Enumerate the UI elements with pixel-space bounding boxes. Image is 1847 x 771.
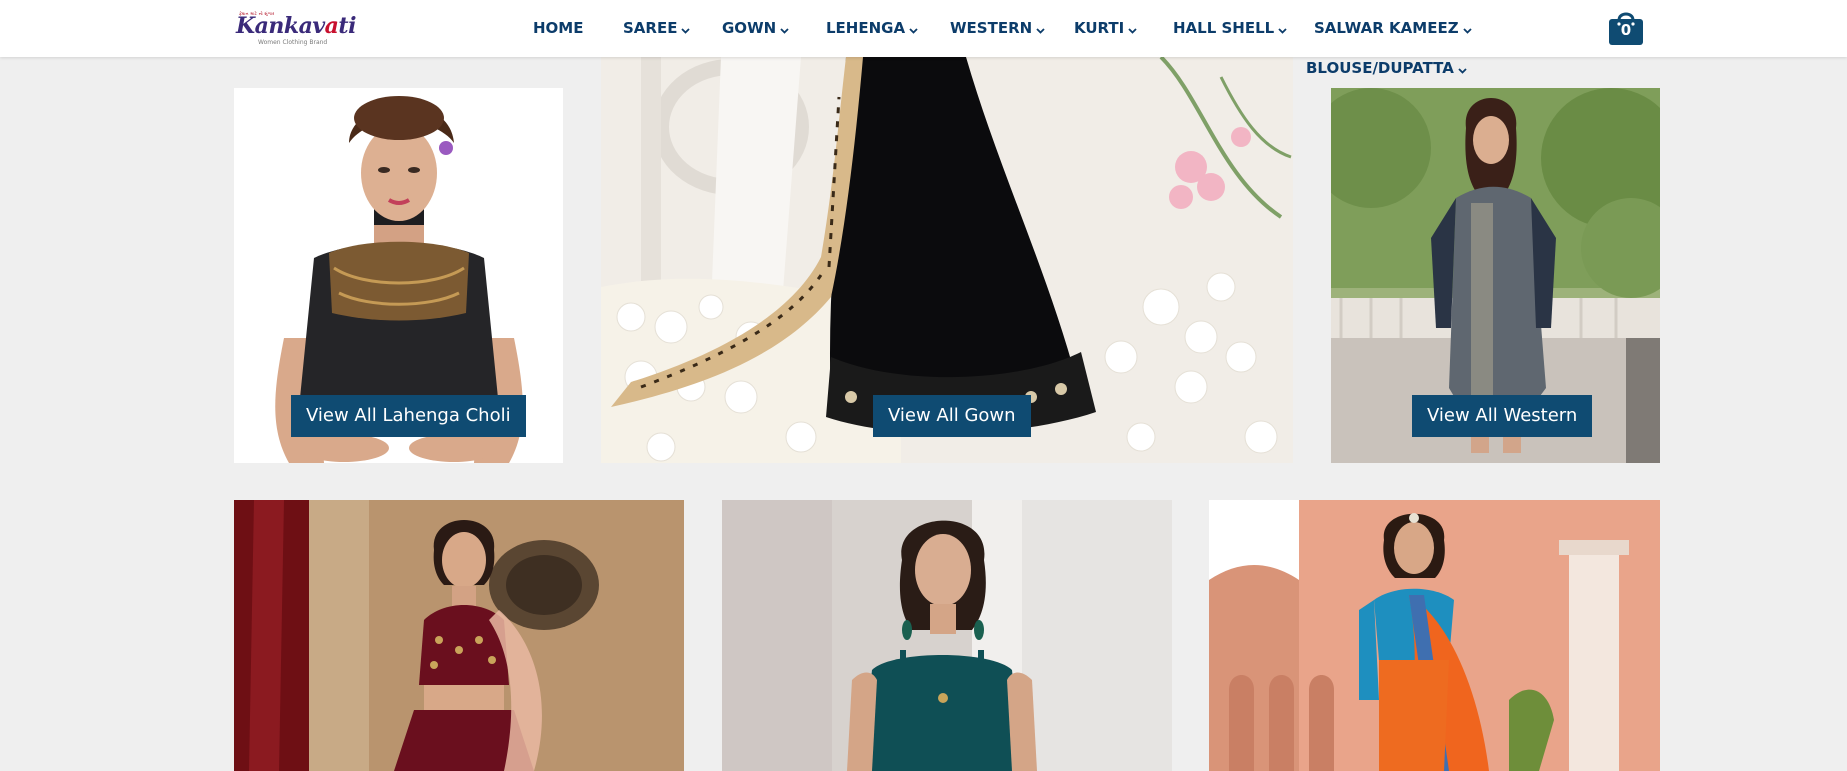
woman-in-teal-cold-shoulder-top-photo [722,500,1172,771]
logo-tagline: Women Clothing Brand [258,39,328,46]
chevron-down-icon [1128,20,1137,38]
chevron-down-icon [1458,60,1467,78]
nav-saree[interactable]: SAREE [623,19,691,38]
tile-western[interactable]: View All Western [1331,88,1660,463]
view-all-western-button[interactable]: View All Western [1412,395,1593,437]
nav-blouse-dupatta[interactable]: BLOUSE/DUPATTA [1306,59,1467,78]
tile-lahenga-choli[interactable]: View All Lahenga Choli [234,88,563,463]
tile-lehenga[interactable] [234,500,684,771]
chevron-down-icon [909,20,918,38]
brand-logo[interactable]: ફેશન માટે નો શૃંગાર Kankavati Women Clot… [236,11,356,47]
tile-teal-outfit[interactable] [722,500,1172,771]
site-header: ફેશન માટે નો શૃંગાર Kankavati Women Clot… [0,0,1847,57]
nav-gown[interactable]: GOWN [722,19,789,38]
chevron-down-icon [1036,20,1045,38]
tile-saree[interactable] [1209,500,1660,771]
chevron-down-icon [1278,20,1287,38]
cart-count: 0 [1620,21,1632,39]
woman-in-maroon-lehenga-photo [234,500,684,771]
woman-in-orange-saree-photo [1209,500,1660,771]
view-all-gown-button[interactable]: View All Gown [873,395,1031,437]
chevron-down-icon [1462,20,1472,38]
tile-gown[interactable]: View All Gown [601,57,1293,463]
nav-western[interactable]: WESTERN [950,19,1045,38]
nav-lehenga[interactable]: LEHENGA [826,19,918,38]
view-all-lahenga-choli-button[interactable]: View All Lahenga Choli [291,395,526,437]
logo-name: Kankavati [236,13,356,39]
chevron-down-icon [780,20,789,38]
nav-hall-shell[interactable]: HALL SHELL [1173,19,1287,38]
nav-home[interactable]: HOME [533,19,583,37]
nav-kurti[interactable]: KURTI [1074,19,1137,38]
chevron-down-icon [681,20,691,38]
cart-button[interactable]: 0 [1607,8,1645,46]
nav-salwar-kameez[interactable]: SALWAR KAMEEZ [1314,19,1472,38]
